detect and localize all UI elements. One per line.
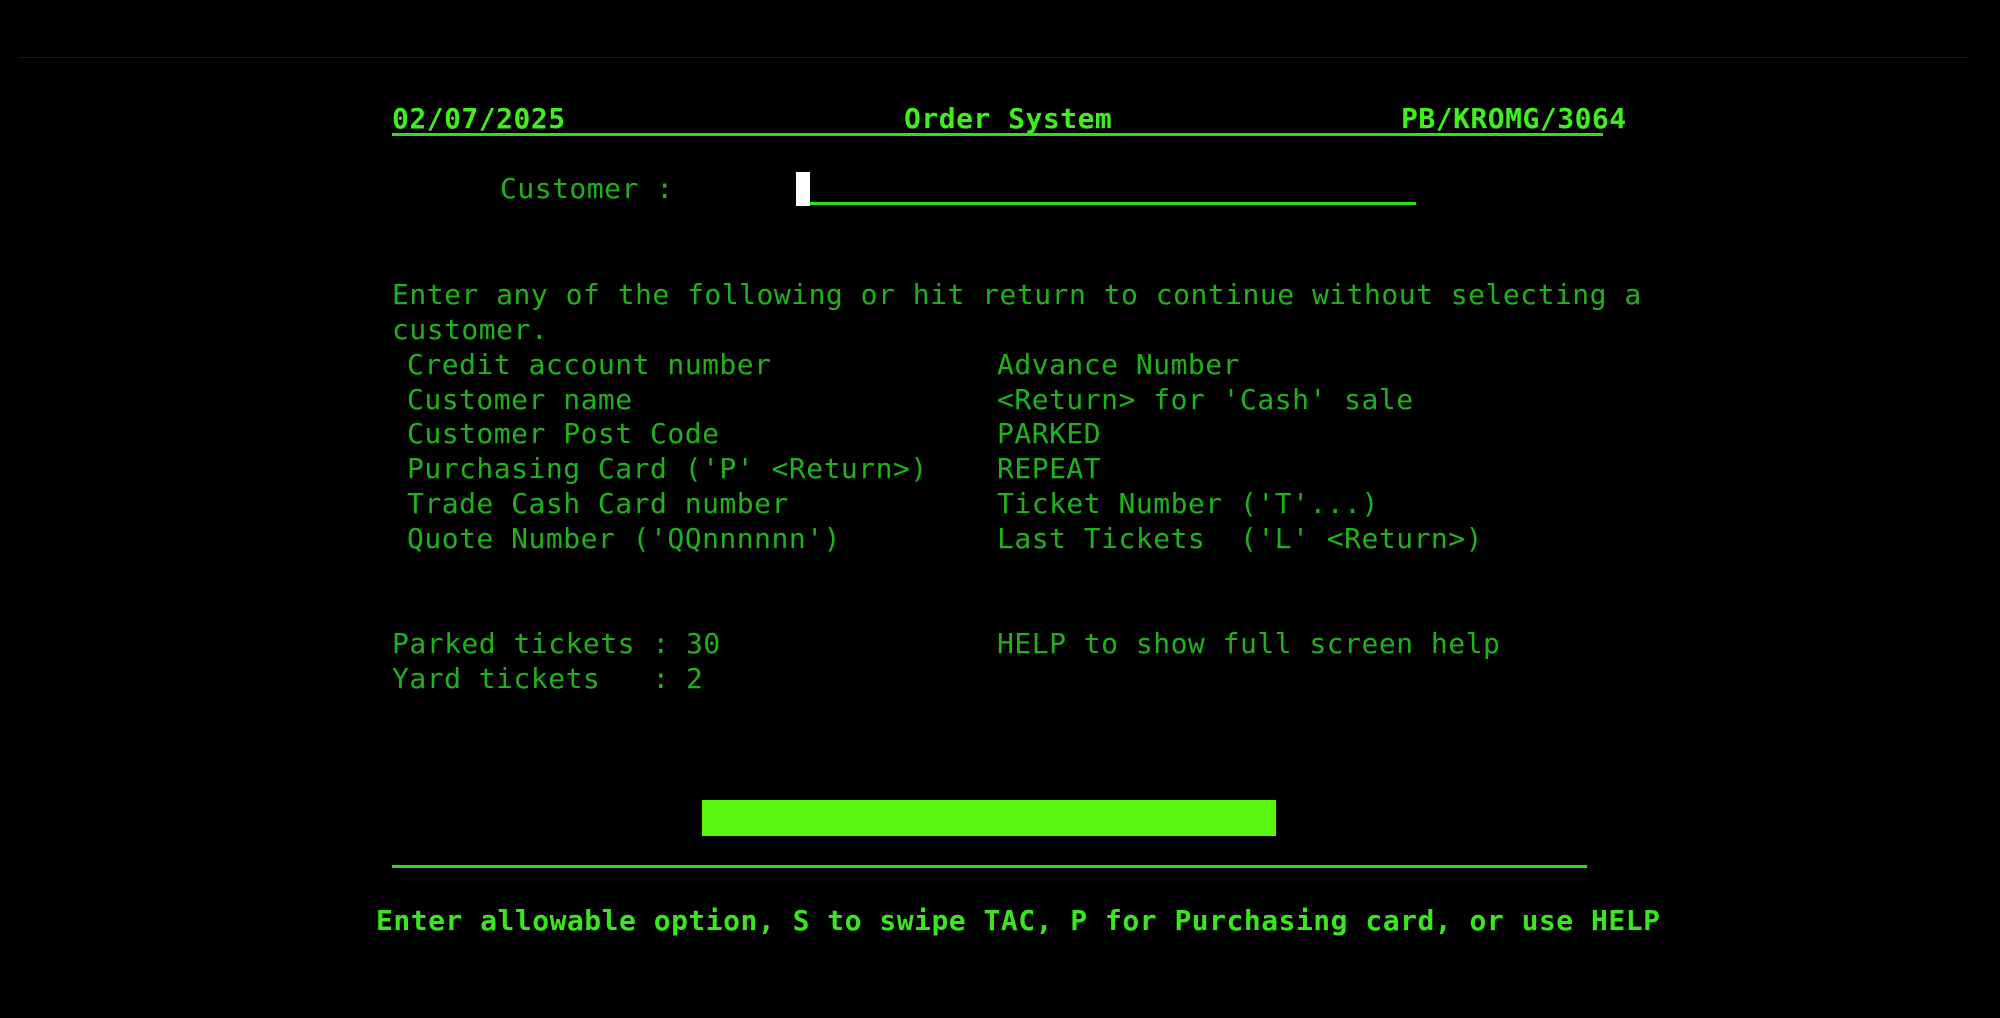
instructions-line-2: customer. <box>392 313 549 346</box>
window-top-rule <box>20 57 1968 58</box>
parked-tickets-value: 30 <box>686 627 721 660</box>
option-trade-cash-card: Trade Cash Card number <box>407 487 789 520</box>
parked-tickets-label: Parked tickets : <box>392 627 670 660</box>
option-customer-name: Customer name <box>407 383 633 416</box>
header-underline <box>392 133 1603 136</box>
header-title: Order System <box>904 102 1113 135</box>
text-cursor <box>796 172 810 206</box>
customer-label: Customer : <box>500 172 674 205</box>
option-repeat: REPEAT <box>997 452 1102 485</box>
header-date: 02/07/2025 <box>392 102 566 135</box>
highlight-bar <box>702 800 1276 836</box>
bottom-rule <box>392 865 1587 868</box>
help-hint: HELP to show full screen help <box>997 627 1501 660</box>
option-last-tickets: Last Tickets ('L' <Return>) <box>997 522 1484 555</box>
option-ticket-number: Ticket Number ('T'...) <box>997 487 1379 520</box>
yard-tickets-label: Yard tickets : <box>392 662 670 695</box>
status-line: Enter allowable option, S to swipe TAC, … <box>376 904 1661 937</box>
yard-tickets-value: 2 <box>686 662 704 695</box>
option-advance-number: Advance Number <box>997 348 1241 381</box>
customer-input[interactable] <box>810 202 1416 205</box>
option-quote-number: Quote Number ('QQnnnnnn') <box>407 522 841 555</box>
header-terminal-id: PB/KROMG/3064 <box>1401 102 1627 135</box>
instructions-line-1: Enter any of the following or hit return… <box>392 278 1642 311</box>
option-post-code: Customer Post Code <box>407 417 720 450</box>
option-purchasing-card: Purchasing Card ('P' <Return>) <box>407 452 928 485</box>
option-cash-sale: <Return> for 'Cash' sale <box>997 383 1414 416</box>
option-credit-account: Credit account number <box>407 348 772 381</box>
option-parked: PARKED <box>997 417 1102 450</box>
